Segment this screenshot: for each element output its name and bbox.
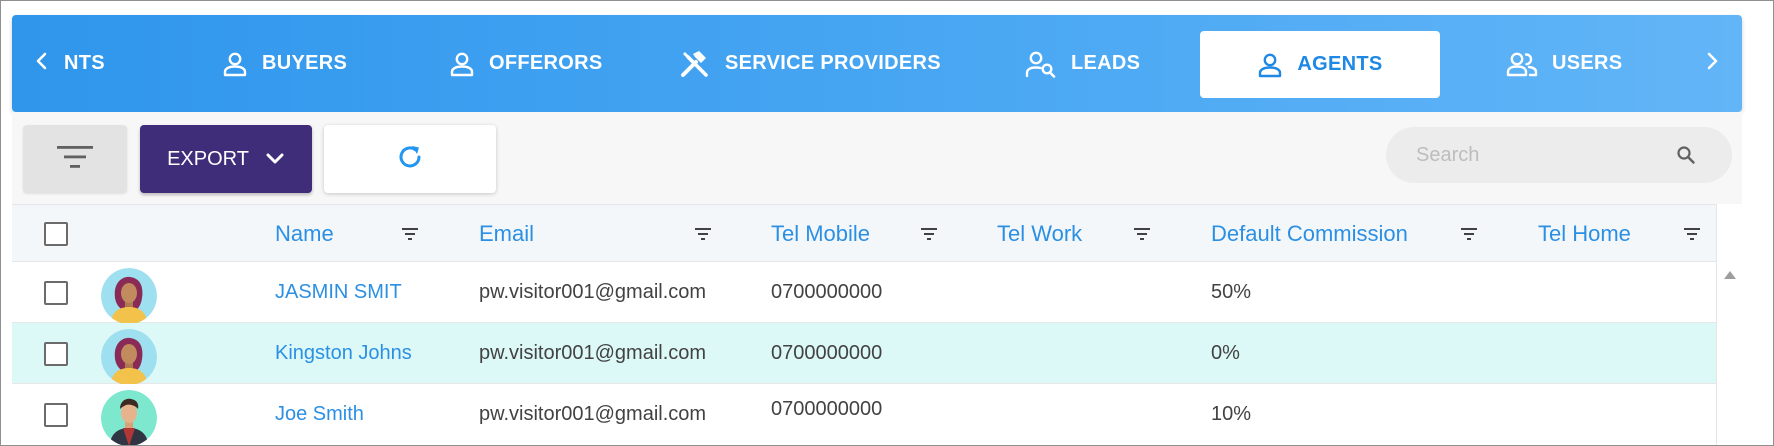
agent-default-commission: 50%: [1211, 281, 1252, 303]
tab-agents[interactable]: AGENTS: [1200, 31, 1440, 98]
column-label: Default Commission: [1211, 221, 1408, 246]
person-search-icon: [1025, 50, 1057, 78]
tab-buyers[interactable]: BUYERS: [222, 15, 347, 112]
search-input[interactable]: [1416, 127, 1676, 183]
male-avatar: [101, 390, 157, 445]
app-frame: NTS BUYERS OFFERORS SERVICE PROVIDERS LE…: [0, 0, 1774, 446]
tab-scroll-right-button[interactable]: [1692, 15, 1732, 112]
tools-icon: [679, 48, 711, 80]
tab-bar: NTS BUYERS OFFERORS SERVICE PROVIDERS LE…: [12, 15, 1742, 112]
chevron-right-icon: [1705, 51, 1719, 76]
column-filter-icon[interactable]: [1134, 227, 1150, 246]
vertical-scrollbar[interactable]: [1716, 204, 1742, 445]
filter-button[interactable]: [23, 125, 127, 193]
agent-email: pw.visitor001@gmail.com: [479, 342, 707, 364]
tab-nts[interactable]: NTS: [64, 15, 105, 112]
table-row[interactable]: Kingston Johns pw.visitor001@gmail.com 0…: [12, 323, 1716, 385]
toolbar: EXPORT: [12, 112, 1742, 204]
person-icon: [449, 51, 475, 77]
agent-tel-mobile: 0700000000: [771, 397, 883, 420]
chevron-down-icon: [265, 152, 285, 166]
tab-service-providers[interactable]: SERVICE PROVIDERS: [679, 15, 941, 112]
column-label: Name: [275, 221, 334, 246]
column-header-email[interactable]: Email: [479, 205, 534, 263]
people-icon: [1506, 51, 1538, 77]
export-button[interactable]: EXPORT: [140, 125, 312, 193]
search-icon[interactable]: [1676, 145, 1696, 170]
refresh-button[interactable]: [324, 125, 496, 193]
column-filter-icon[interactable]: [1461, 227, 1477, 246]
female-avatar: [101, 268, 157, 324]
column-header-name[interactable]: Name: [275, 205, 334, 263]
agent-name-link[interactable]: JASMIN SMIT: [275, 262, 402, 323]
tab-offerors[interactable]: OFFERORS: [449, 15, 603, 112]
agent-name-link[interactable]: Kingston Johns: [275, 323, 412, 384]
agent-default-commission: 10%: [1211, 403, 1252, 425]
search-box: [1386, 127, 1732, 183]
column-label: Tel Work: [997, 221, 1083, 246]
table-row[interactable]: Joe Smith pw.visitor001@gmail.com 070000…: [12, 384, 1716, 445]
column-filter-icon[interactable]: [921, 227, 937, 246]
row-checkbox[interactable]: [44, 281, 68, 305]
filter-list-icon: [55, 143, 95, 176]
column-label: Tel Mobile: [771, 221, 871, 246]
column-filter-icon[interactable]: [402, 227, 418, 246]
person-icon: [222, 51, 248, 77]
tab-scroll-left-button[interactable]: [22, 15, 62, 112]
export-label: EXPORT: [167, 147, 249, 170]
row-checkbox[interactable]: [44, 342, 68, 366]
table-header: Name Email Tel Mobile Tel Work Default C…: [12, 204, 1716, 262]
agent-email: pw.visitor001@gmail.com: [479, 281, 707, 303]
tab-users[interactable]: USERS: [1506, 15, 1622, 112]
column-label: Tel Home: [1538, 221, 1631, 246]
female-avatar: [101, 329, 157, 385]
agent-tel-mobile: 0700000000: [771, 281, 883, 303]
column-filter-icon[interactable]: [1684, 227, 1700, 246]
column-header-default-commission[interactable]: Default Commission: [1211, 205, 1408, 263]
select-all-checkbox[interactable]: [44, 222, 68, 246]
agent-email: pw.visitor001@gmail.com: [479, 403, 707, 425]
column-header-tel-home[interactable]: Tel Home: [1538, 205, 1631, 263]
tab-label: USERS: [1552, 52, 1623, 74]
tab-label: BUYERS: [262, 52, 348, 74]
tab-label: OFFERORS: [489, 52, 603, 74]
row-checkbox[interactable]: [44, 403, 68, 427]
tab-label: SERVICE PROVIDERS: [725, 52, 941, 74]
refresh-icon: [395, 142, 425, 177]
column-filter-icon[interactable]: [695, 227, 711, 246]
tab-leads[interactable]: LEADS: [1025, 15, 1140, 112]
column-header-tel-work[interactable]: Tel Work: [997, 205, 1082, 263]
agent-name-link[interactable]: Joe Smith: [275, 384, 364, 445]
person-icon: [1257, 52, 1283, 78]
agent-tel-mobile: 0700000000: [771, 342, 883, 364]
scroll-up-arrow-icon[interactable]: [1724, 271, 1736, 279]
column-header-tel-mobile[interactable]: Tel Mobile: [771, 205, 870, 263]
column-label: Email: [479, 221, 535, 246]
tab-label: AGENTS: [1297, 53, 1383, 75]
chevron-left-icon: [35, 51, 49, 76]
tab-label: NTS: [64, 52, 105, 74]
table-row[interactable]: JASMIN SMIT pw.visitor001@gmail.com 0700…: [12, 262, 1716, 324]
tab-label: LEADS: [1071, 52, 1141, 74]
agent-default-commission: 0%: [1211, 342, 1240, 364]
